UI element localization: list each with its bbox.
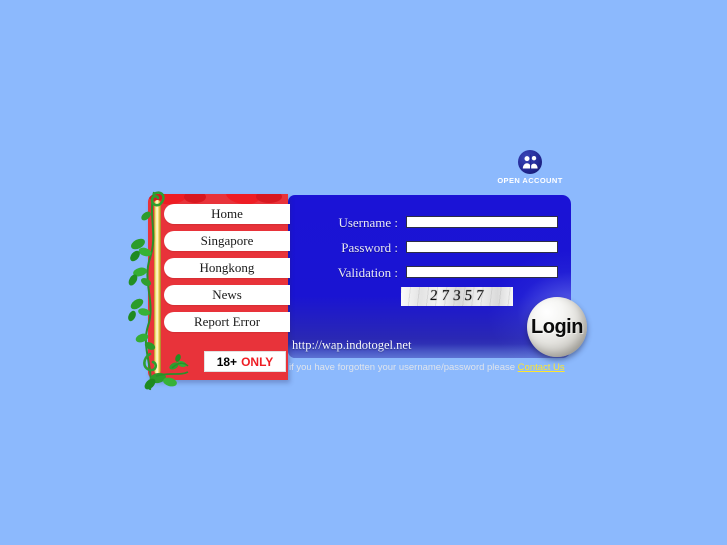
gold-accent-bar [154,200,161,374]
captcha-text: 27357 [429,288,488,304]
open-account-label: OPEN ACCOUNT [497,176,563,185]
username-row: Username : [288,214,571,230]
sidebar-item-report-error[interactable]: Report Error [164,312,290,332]
username-input[interactable] [406,216,558,228]
forgot-password-text: if you have forgotten your username/pass… [289,362,516,373]
sidebar-item-label: Singapore [200,233,254,248]
sidebar-item-news[interactable]: News [164,285,290,305]
sidebar-item-singapore[interactable]: Singapore [164,231,290,251]
menu-panel: Home Singapore Hongkong News Report Erro… [148,194,290,380]
sidebar-item-hongkong[interactable]: Hongkong [164,258,290,278]
contact-us-link[interactable]: Contact Us [518,362,565,373]
forgot-password-line: if you have forgotten your username/pass… [289,362,565,374]
login-button[interactable]: Login [527,297,587,357]
validation-row: Validation : [288,264,571,280]
sidebar-item-label: News [212,287,242,302]
sidebar-item-label: Hongkong [199,260,255,275]
open-account-button[interactable]: OPEN ACCOUNT [492,150,568,185]
site-url-text: http://wap.indotogel.net [292,338,412,352]
sidebar-item-home[interactable]: Home [164,204,290,224]
password-input[interactable] [406,241,558,253]
password-row: Password : [288,239,571,255]
age-restriction-badge: 18+ ONLY [204,351,286,372]
validation-input[interactable] [406,266,558,278]
two-people-icon [518,150,542,174]
password-label: Password : [341,239,398,255]
captcha-image: 27357 [401,287,513,306]
validation-label: Validation : [337,264,398,280]
age-badge-word: ONLY [241,354,274,369]
login-button-label: Login [531,315,583,338]
username-label: Username : [338,214,398,230]
sidebar-item-label: Report Error [193,314,261,329]
age-badge-number: 18+ [216,354,238,369]
sidebar-item-label: Home [211,206,243,221]
